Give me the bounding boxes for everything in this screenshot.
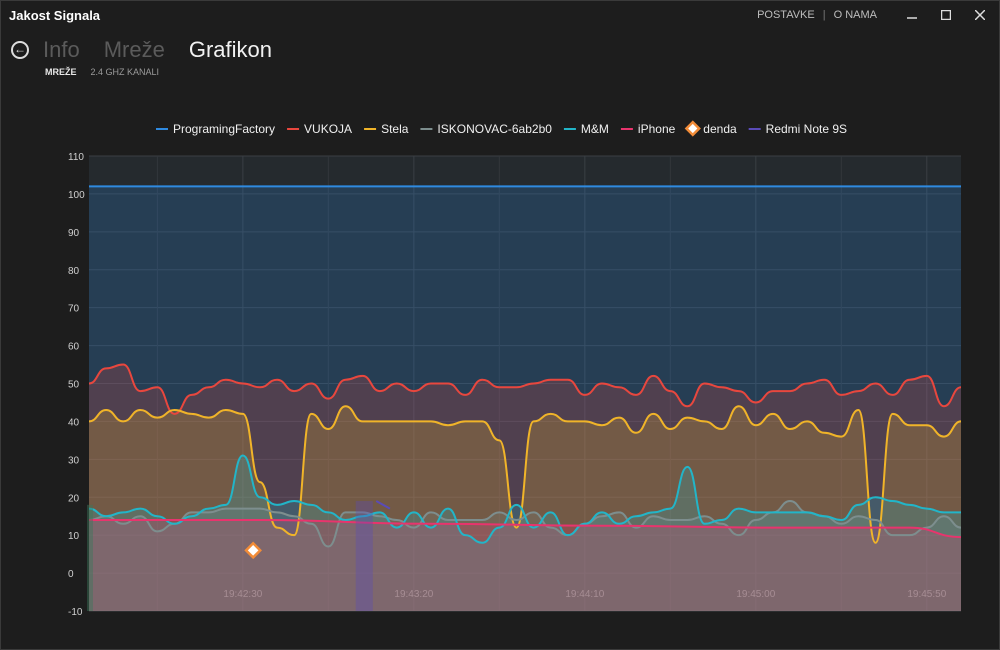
y-tick-label: 0 — [68, 569, 74, 580]
legend-label-redmi-note-9s: Redmi Note 9S — [766, 122, 847, 136]
y-tick-label: 30 — [68, 455, 80, 466]
legend-label-iphone: iPhone — [638, 122, 676, 136]
legend-label-stela: Stela — [381, 122, 409, 136]
y-tick-label: 80 — [68, 266, 80, 277]
legend-marker-denda — [684, 120, 701, 137]
y-tick-label: 20 — [68, 493, 80, 504]
y-tick-label: 70 — [68, 304, 80, 315]
legend-label-vukoja: VUKOJA — [304, 122, 352, 136]
series-area-iphone — [89, 520, 961, 611]
legend-label-programingfactory: ProgramingFactory — [173, 122, 275, 136]
y-tick-label: 100 — [68, 190, 85, 201]
y-tick-label: -10 — [68, 607, 83, 618]
y-tick-label: 90 — [68, 228, 80, 239]
signal-chart: 1101009080706050403020100-1019:42:3019:4… — [68, 120, 962, 618]
series-area-redmi-note-9s — [355, 501, 373, 611]
y-tick-label: 50 — [68, 380, 80, 391]
legend-label-m-m: M&M — [581, 122, 609, 136]
y-tick-label: 60 — [68, 342, 80, 353]
y-tick-label: 40 — [68, 417, 80, 428]
y-tick-label: 110 — [68, 152, 84, 163]
app-window: Jakost Signala POSTAVKE | O NAMA ← Info … — [0, 0, 1000, 650]
series-edge-band — [87, 504, 93, 611]
legend-label-denda: denda — [703, 122, 737, 136]
legend-label-iskonovac-6ab2b0: ISKONOVAC-6ab2b0 — [437, 122, 552, 136]
y-tick-label: 10 — [68, 531, 80, 542]
